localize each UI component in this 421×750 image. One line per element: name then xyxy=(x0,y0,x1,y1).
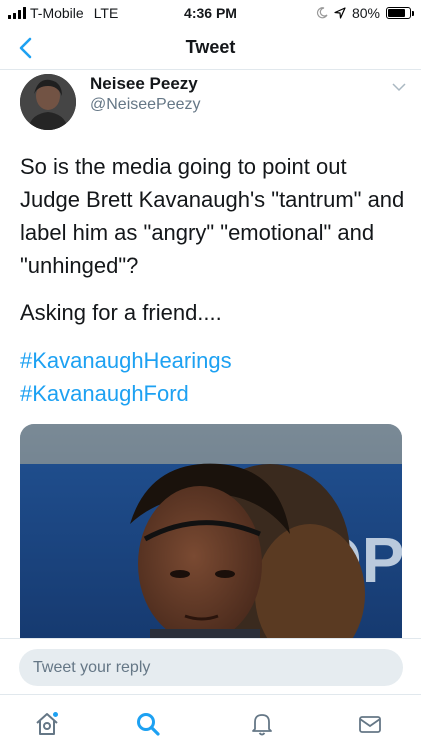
battery-icon xyxy=(386,7,414,19)
tweet-paragraph: So is the media going to point out Judge… xyxy=(20,154,405,278)
notification-dot xyxy=(52,711,59,718)
status-bar: T-Mobile LTE 4:36 PM 80% xyxy=(0,0,421,26)
tab-bar xyxy=(0,694,421,750)
chevron-down-icon xyxy=(392,83,406,92)
mail-icon xyxy=(359,716,381,733)
hashtags: #KavanaughHearings #KavanaughFord xyxy=(20,344,232,410)
location-arrow-icon xyxy=(334,7,346,19)
display-name[interactable]: Neisee Peezy xyxy=(90,74,198,94)
bell-icon xyxy=(252,714,272,736)
moon-icon xyxy=(316,7,328,19)
search-icon xyxy=(137,713,160,736)
tab-messages[interactable] xyxy=(355,709,385,739)
tweet-text: So is the media going to point out Judge… xyxy=(20,150,405,343)
battery-fill xyxy=(388,9,405,17)
tab-notifications[interactable] xyxy=(247,709,277,739)
hashtag-link[interactable]: #KavanaughFord xyxy=(20,377,232,410)
tab-search[interactable] xyxy=(133,709,163,739)
tweet-paragraph: Asking for a friend.... xyxy=(20,300,222,325)
status-right: 80% xyxy=(316,5,414,21)
page-title: Tweet xyxy=(185,37,236,57)
battery-percent: 80% xyxy=(351,5,380,21)
tab-home[interactable] xyxy=(32,709,62,739)
hashtag-link[interactable]: #KavanaughHearings xyxy=(20,344,232,377)
reply-bar xyxy=(0,638,421,694)
tweet-options-button[interactable] xyxy=(392,79,406,97)
tweet-media[interactable]: OPE xyxy=(20,424,402,638)
tweet-author: Neisee Peezy @NeiseePeezy xyxy=(20,74,410,134)
reply-input[interactable] xyxy=(19,649,403,686)
avatar[interactable] xyxy=(20,74,76,130)
user-handle[interactable]: @NeiseePeezy xyxy=(90,96,201,114)
nav-bar: Tweet xyxy=(0,26,421,70)
